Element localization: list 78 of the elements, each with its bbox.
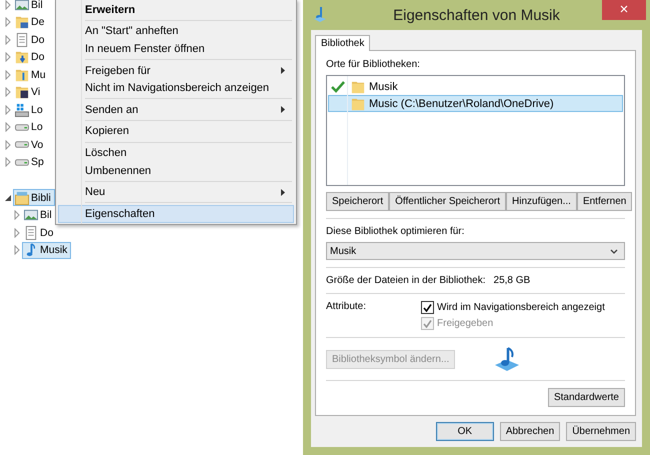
dialog-button[interactable]: OK <box>436 422 494 441</box>
picture-icon <box>15 0 29 12</box>
document-icon <box>15 32 29 47</box>
expand-arrow-icon[interactable] <box>3 34 13 45</box>
location-item[interactable]: Musik <box>328 78 623 95</box>
expand-arrow-icon[interactable] <box>3 70 13 80</box>
tree-item[interactable]: Vi <box>13 84 44 101</box>
location-button[interactable]: Öffentlicher Speicherort <box>389 192 506 212</box>
menu-item[interactable]: Freigeben für <box>58 62 294 80</box>
close-button[interactable]: × <box>602 0 646 20</box>
folder-icon <box>15 190 29 205</box>
menu-item[interactable]: Senden an <box>58 100 294 119</box>
tree-item[interactable]: Do <box>22 224 58 242</box>
optimize-dropdown[interactable]: Musik <box>326 242 625 260</box>
menu-item[interactable]: Erweitern <box>58 1 294 19</box>
expand-arrow-icon[interactable] <box>3 0 13 10</box>
expand-arrow-icon[interactable] <box>3 157 13 168</box>
expand-arrow-icon[interactable] <box>3 52 13 62</box>
drive-icon <box>15 102 29 117</box>
music-note-icon <box>24 243 38 258</box>
drive-icon <box>15 158 29 166</box>
drive-icon <box>15 141 29 148</box>
folder-icon <box>351 80 365 94</box>
tree-item[interactable]: Bil <box>22 206 56 224</box>
folder-icon <box>15 85 29 100</box>
defaults-button[interactable]: Standardwerte <box>548 388 625 407</box>
dialog-button[interactable]: Übernehmen <box>566 422 636 441</box>
menu-item[interactable]: Umbenennen <box>58 162 294 180</box>
expand-arrow-icon[interactable] <box>12 228 22 238</box>
dialog-button[interactable]: Abbrechen <box>500 422 560 441</box>
menu-item[interactable]: Eigenschaften <box>58 204 294 223</box>
music-library-icon <box>493 345 522 374</box>
expand-arrow-icon[interactable] <box>12 245 22 256</box>
tree-item[interactable]: Lo <box>13 118 47 136</box>
location-item[interactable]: Music (C:\Benutzer\Roland\OneDrive) <box>328 95 623 112</box>
location-button[interactable]: Speicherort <box>326 192 390 212</box>
music-note-icon <box>313 6 327 22</box>
attribute-checkbox[interactable]: Wird im Navigationsbereich angezeigt <box>421 301 625 314</box>
tree-item[interactable]: Mu <box>13 66 50 84</box>
tree-item[interactable]: Do <box>13 48 48 66</box>
size-value: 25,8 GB <box>494 275 530 286</box>
menu-item[interactable]: Nicht im Navigationsbereich anzeigen <box>58 79 294 97</box>
document-icon <box>24 226 38 240</box>
expand-arrow-icon[interactable] <box>3 17 13 28</box>
menu-item[interactable]: Löschen <box>58 144 294 162</box>
size-label: Größe der Dateien in der Bibliothek: <box>326 275 486 286</box>
location-button[interactable]: Entfernen <box>576 192 632 212</box>
menu-item[interactable]: Neu <box>58 183 294 201</box>
attributes-label: Attribute: <box>326 301 368 314</box>
optimize-label: Diese Bibliothek optimieren für: <box>326 226 466 238</box>
tree-item[interactable]: Bil <box>13 0 47 14</box>
tab[interactable]: Bibliothek <box>315 35 370 51</box>
tree-item[interactable]: De <box>13 14 48 31</box>
menu-item[interactable]: Kopieren <box>58 122 294 140</box>
drive-icon <box>15 124 29 131</box>
folder-icon <box>15 50 29 64</box>
expand-arrow-icon[interactable] <box>12 210 22 220</box>
menu-item[interactable]: An "Start" anheften <box>58 22 294 40</box>
tree-item[interactable]: Bibli <box>13 189 55 206</box>
tree-item[interactable]: Do <box>13 31 48 48</box>
folder-icon <box>15 68 29 82</box>
tree-item[interactable]: Lo <box>13 101 47 118</box>
location-button[interactable]: Hinzufügen... <box>506 192 577 212</box>
expand-arrow-icon[interactable] <box>3 104 13 115</box>
expand-arrow-icon[interactable] <box>3 122 13 132</box>
picture-icon <box>24 208 38 222</box>
chevron-down-icon <box>610 248 618 254</box>
tree-item[interactable]: Vo <box>13 136 48 154</box>
window-title: Eigenschaften von Musik <box>393 6 560 24</box>
expand-arrow-icon[interactable] <box>3 140 13 150</box>
collapse-arrow-icon[interactable] <box>3 192 13 203</box>
menu-item[interactable]: In neuem Fenster öffnen <box>58 40 294 58</box>
tree-item[interactable]: Sp <box>13 154 48 171</box>
folder-icon <box>351 96 365 110</box>
expand-arrow-icon[interactable] <box>3 87 13 98</box>
locations-label: Orte für Bibliotheken: <box>326 59 421 70</box>
tree-item[interactable]: Musik <box>22 242 72 259</box>
folder-icon <box>15 15 29 30</box>
